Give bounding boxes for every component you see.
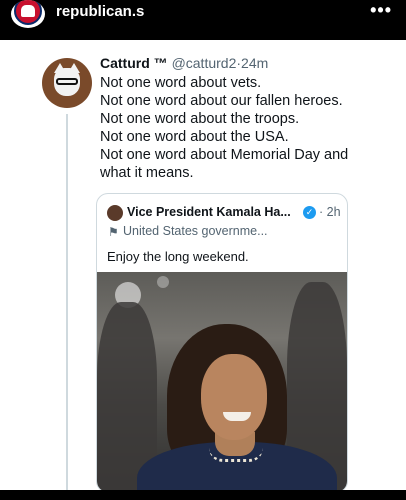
tweet-author[interactable]: Catturd ™ @catturd2·24m — [100, 55, 268, 71]
tweet-line: what it means. — [100, 165, 194, 181]
tweet-body: Not one word about vets. Not one word ab… — [100, 74, 390, 182]
government-label: United States governme... — [123, 224, 268, 238]
republican-elephant-logo — [14, 0, 42, 25]
tweet-time[interactable]: 24m — [241, 55, 268, 71]
verified-badge-icon: ✓ — [303, 206, 316, 219]
quoted-tweet-photo[interactable] — [97, 272, 347, 492]
flag-icon: ⚑ — [108, 225, 119, 239]
glasses-icon — [56, 78, 78, 85]
quoted-author-avatar[interactable] — [107, 205, 123, 221]
pearl-necklace — [209, 448, 263, 462]
thread-line — [66, 114, 68, 490]
bottom-strip — [0, 490, 406, 500]
account-avatar[interactable] — [11, 0, 45, 28]
author-handle[interactable]: @catturd2 — [172, 55, 237, 71]
light-bokeh — [157, 276, 169, 288]
tweet-line: Not one word about our fallen heroes. — [100, 93, 343, 109]
more-options-icon[interactable]: ••• — [370, 0, 392, 21]
tweet-line: Not one word about Memorial Day and — [100, 147, 349, 163]
post-header: republican.s ••• — [0, 0, 406, 40]
tweet-line: Not one word about the USA. — [100, 129, 289, 145]
quoted-tweet-text: Enjoy the long weekend. — [107, 249, 249, 264]
subject-face — [201, 354, 267, 440]
author-name[interactable]: Catturd ™ — [100, 55, 168, 71]
tweet-line: Not one word about vets. — [100, 75, 262, 91]
tweet-line: Not one word about the troops. — [100, 111, 300, 127]
tweet-screenshot: Catturd ™ @catturd2·24m Not one word abo… — [0, 40, 406, 493]
elephant-icon — [21, 5, 35, 17]
author-avatar[interactable] — [42, 58, 92, 108]
account-name[interactable]: republican.s — [56, 3, 144, 20]
quoted-tweet-time[interactable]: · 2h — [319, 205, 341, 219]
quoted-tweet[interactable]: Vice President Kamala Ha... ✓ · 2h ⚑ Uni… — [96, 193, 348, 493]
quoted-author-name[interactable]: Vice President Kamala Ha... — [127, 205, 291, 219]
